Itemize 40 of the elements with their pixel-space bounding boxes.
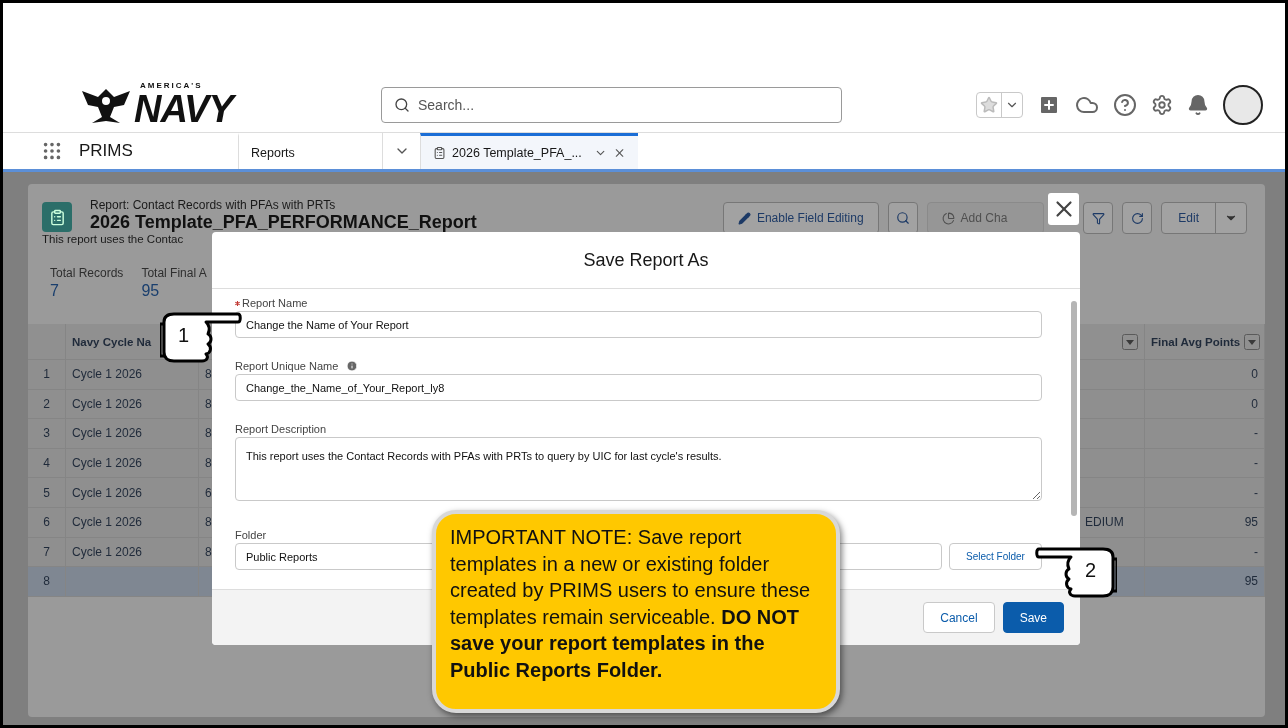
table-cell: Cycle 1 2026 (66, 537, 199, 568)
row-number: 2 (28, 389, 66, 420)
summary-value: 95 (141, 282, 161, 300)
summary-label: Total Records (50, 266, 124, 280)
app-name: PRIMS (79, 141, 133, 161)
row-number: 1 (28, 360, 66, 390)
table-cell: Cycle 1 2026 (66, 507, 199, 538)
table-cell: - (1145, 478, 1265, 508)
table-cell: 95 (1145, 507, 1265, 538)
field-label: Report Description (235, 423, 327, 435)
table-cell: 95 (1145, 567, 1265, 597)
table-cell: Cycle 1 2026 (66, 448, 199, 479)
field-label: Report Unique Name (235, 360, 339, 372)
table-cell: - (1145, 537, 1265, 568)
table-cell: 0 (1145, 360, 1265, 390)
logo-tagline: AMERICA'S (139, 81, 204, 90)
summary-value: 7 (50, 282, 60, 300)
table-cell: 0 (1145, 389, 1265, 420)
report-type: Report: Contact Records with PFAs with PRTs (90, 198, 337, 212)
row-number: 3 (28, 419, 66, 449)
row-number: 7 (28, 537, 66, 568)
summary-label: Total Final A (141, 266, 207, 280)
step-number: 2 (1085, 559, 1097, 582)
table-cell: EDIUM (1079, 507, 1145, 538)
report-title: 2026 Template_PFA_PERFORMANCE_Report (90, 212, 477, 233)
important-note-tooltip: IMPORTANT NOTE: Save report templates in a new or existing folder created by PRIMS users to ensure these templates remain serviceable. DO NOT save your report templates in the Public Reports Folder. (432, 510, 840, 713)
row-number: 6 (28, 507, 66, 538)
report-description: This report uses the Contac (42, 233, 185, 245)
field-label: Report Name (242, 297, 308, 309)
table-cell: Cycle 1 2026 (66, 389, 199, 420)
table-cell: - (1145, 419, 1265, 449)
row-number: 4 (28, 448, 66, 479)
table-cell: Cycle 1 2026 (66, 360, 199, 390)
row-number: 8 (28, 567, 66, 597)
row-number: 5 (28, 478, 66, 508)
step-number: 1 (178, 324, 190, 347)
table-cell: - (1145, 448, 1265, 479)
table-cell: Cycle 1 2026 (66, 419, 199, 449)
table-cell: Cycle 1 2026 (66, 478, 199, 508)
dialog-title: Save Report As (583, 249, 709, 271)
